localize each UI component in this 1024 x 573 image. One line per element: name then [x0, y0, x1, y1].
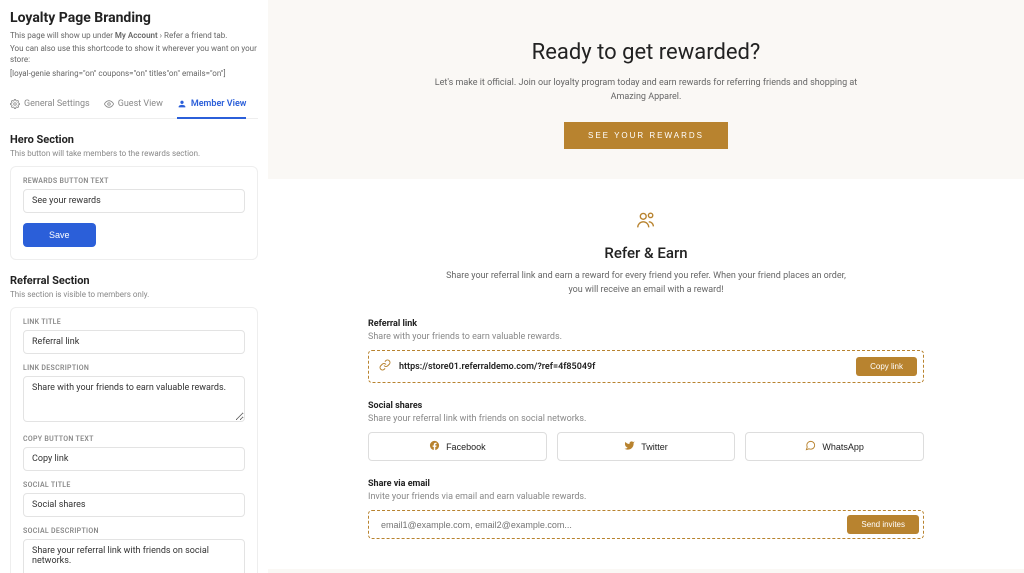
- refer-title: Refer & Earn: [368, 244, 924, 262]
- user-icon: [177, 99, 187, 109]
- social-shares-desc: Share your referral link with friends on…: [368, 414, 924, 424]
- people-icon: [368, 209, 924, 234]
- referral-link-url: https://store01.referraldemo.com/?ref=4f…: [399, 362, 848, 372]
- referral-link-label: Referral link: [368, 319, 924, 329]
- hero-section-sub: This button will take members to the rew…: [10, 149, 258, 158]
- see-rewards-button[interactable]: SEE YOUR REWARDS: [564, 122, 728, 149]
- whatsapp-button[interactable]: WhatsApp: [745, 432, 924, 461]
- rewards-button-input[interactable]: [23, 189, 245, 213]
- email-invite-box: Send invites: [368, 510, 924, 539]
- copy-btn-input[interactable]: [23, 447, 245, 471]
- social-desc-input[interactable]: Share your referral link with friends on…: [23, 539, 245, 573]
- referral-section-sub: This section is visible to members only.: [10, 290, 258, 299]
- link-title-label: LINK TITLE: [23, 318, 245, 326]
- social-shares-label: Social shares: [368, 401, 924, 411]
- tab-member[interactable]: Member View: [177, 93, 247, 119]
- facebook-icon: [429, 440, 440, 453]
- tab-guest[interactable]: Guest View: [104, 93, 163, 118]
- referral-link-box: https://store01.referraldemo.com/?ref=4f…: [368, 350, 924, 383]
- social-title-label: SOCIAL TITLE: [23, 481, 245, 489]
- social-shares-section: Social shares Share your referral link w…: [368, 401, 924, 461]
- email-invite-input[interactable]: [373, 515, 847, 534]
- gear-icon: [10, 99, 20, 109]
- link-desc-label: LINK DESCRIPTION: [23, 364, 245, 372]
- link-title-input[interactable]: [23, 330, 245, 354]
- preview-hero-sub: Let's make it official. Join our loyalty…: [431, 77, 861, 104]
- share-email-label: Share via email: [368, 479, 924, 489]
- settings-panel: Loyalty Page Branding This page will sho…: [0, 0, 268, 573]
- preview-hero: Ready to get rewarded? Let's make it off…: [268, 40, 1024, 179]
- share-email-desc: Invite your friends via email and earn v…: [368, 492, 924, 502]
- page-shortcode: [loyal-genie sharing="on" coupons="on" t…: [10, 68, 258, 79]
- page-subtitle-1: This page will show up under My Account …: [10, 30, 258, 41]
- link-desc-input[interactable]: Share with your friends to earn valuable…: [23, 376, 245, 422]
- save-button[interactable]: Save: [23, 223, 96, 247]
- hero-section-title: Hero Section: [10, 133, 258, 146]
- referral-link-section: Referral link Share with your friends to…: [368, 319, 924, 383]
- referral-section-title: Referral Section: [10, 274, 258, 287]
- refer-sub: Share your referral link and earn a rewa…: [446, 270, 846, 297]
- social-desc-label: SOCIAL DESCRIPTION: [23, 527, 245, 535]
- facebook-button[interactable]: Facebook: [368, 432, 547, 461]
- preview-refer: Refer & Earn Share your referral link an…: [268, 179, 1024, 569]
- twitter-icon: [624, 440, 635, 453]
- copy-btn-label: COPY BUTTON TEXT: [23, 435, 245, 443]
- link-icon: [379, 359, 391, 374]
- referral-link-desc: Share with your friends to earn valuable…: [368, 332, 924, 342]
- tabs: General Settings Guest View Member View: [10, 93, 258, 119]
- page-title: Loyalty Page Branding: [10, 10, 258, 26]
- send-invites-button[interactable]: Send invites: [847, 515, 919, 534]
- rewards-button-label: REWARDS BUTTON TEXT: [23, 177, 245, 185]
- hero-card: REWARDS BUTTON TEXT Save: [10, 166, 258, 260]
- tab-general[interactable]: General Settings: [10, 93, 90, 118]
- preview-hero-title: Ready to get rewarded?: [308, 40, 984, 65]
- eye-icon: [104, 99, 114, 109]
- social-title-input[interactable]: [23, 493, 245, 517]
- referral-card: LINK TITLE LINK DESCRIPTION Share with y…: [10, 307, 258, 573]
- social-buttons: Facebook Twitter WhatsApp: [368, 432, 924, 461]
- preview-panel: Ready to get rewarded? Let's make it off…: [268, 0, 1024, 573]
- twitter-button[interactable]: Twitter: [557, 432, 736, 461]
- whatsapp-icon: [805, 440, 816, 453]
- share-email-section: Share via email Invite your friends via …: [368, 479, 924, 539]
- copy-link-button[interactable]: Copy link: [856, 357, 917, 376]
- page-subtitle-2: You can also use this shortcode to show …: [10, 43, 258, 65]
